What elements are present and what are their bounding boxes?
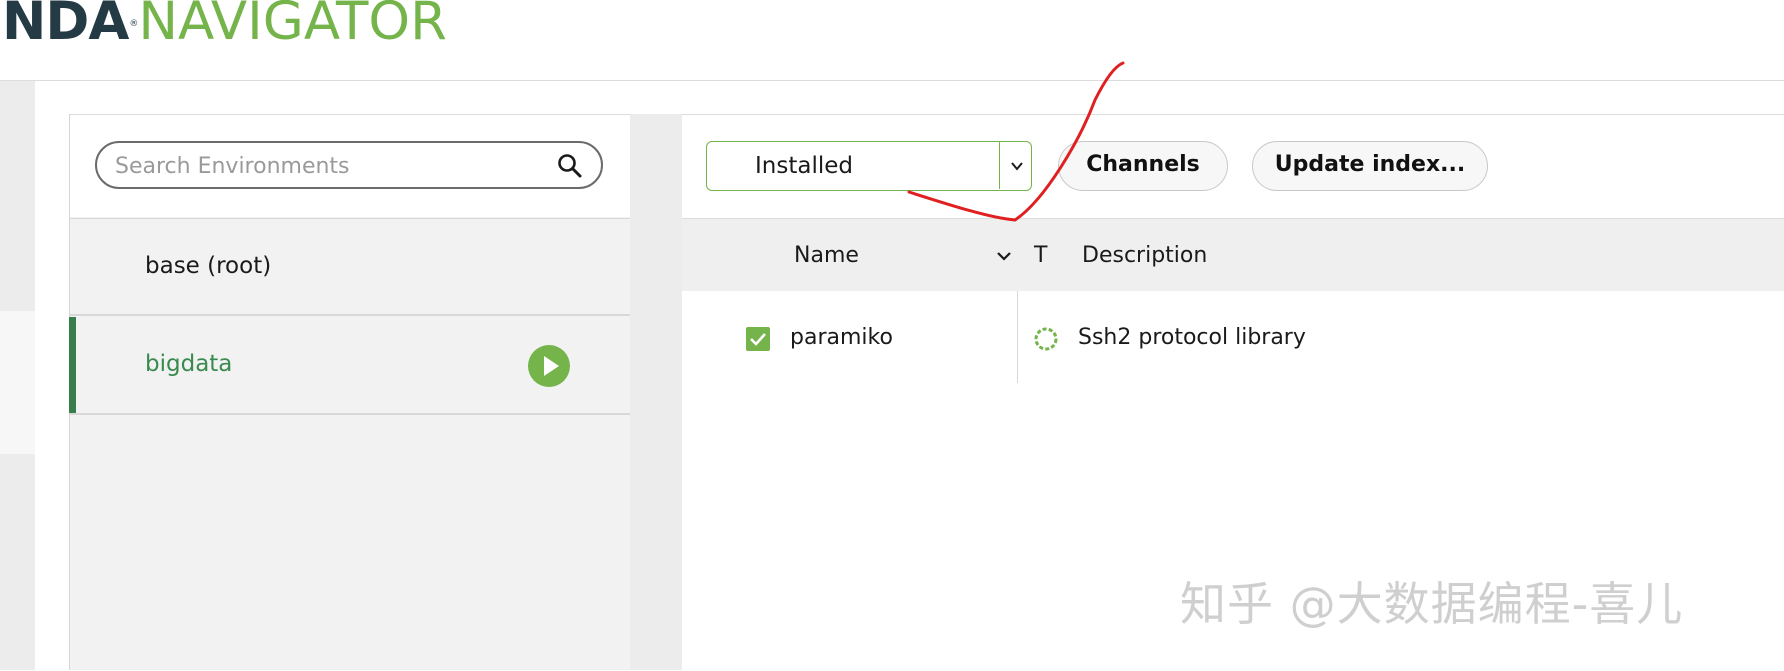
watermark-text: 知乎 @大数据编程-喜儿 (1180, 577, 1684, 631)
search-icon[interactable] (557, 153, 583, 179)
panel-gap (630, 114, 682, 670)
environment-search-input[interactable] (113, 151, 537, 181)
checkbox-checked-icon[interactable] (746, 327, 770, 351)
packages-table-header: Name T Description (682, 219, 1784, 291)
package-filter-value: Installed (755, 153, 853, 179)
app-header: NDA®NAVIGATOR (0, 0, 1784, 81)
filter-divider (999, 142, 1000, 189)
environment-search-area (70, 114, 631, 217)
environment-label: bigdata (145, 351, 233, 377)
package-name: paramiko (790, 325, 893, 350)
environment-item-base[interactable]: base (root) (70, 218, 631, 316)
environments-panel: base (root) bigdata (69, 114, 631, 670)
packages-toolbar: Installed Channels Update index... (682, 115, 1784, 219)
sidebar-gutter (0, 81, 35, 670)
sidebar-tab-selected[interactable] (0, 311, 35, 454)
anaconda-navigator-logo: NDA®NAVIGATOR (2, 0, 447, 54)
column-header-description[interactable]: Description (1082, 243, 1207, 268)
column-header-type[interactable]: T (1034, 243, 1047, 268)
environment-label: base (root) (145, 253, 272, 279)
column-divider (1017, 291, 1018, 383)
update-index-button[interactable]: Update index... (1252, 141, 1488, 191)
environment-search-box[interactable] (95, 141, 603, 189)
chevron-down-icon[interactable] (995, 247, 1013, 265)
logo-text-green: NAVIGATOR (138, 0, 447, 52)
package-filter-select[interactable]: Installed (706, 141, 1032, 191)
conda-package-icon (1034, 327, 1058, 351)
channels-button[interactable]: Channels (1058, 141, 1228, 191)
environment-item-bigdata[interactable]: bigdata (69, 317, 631, 415)
chevron-down-icon[interactable] (1009, 158, 1025, 174)
table-row[interactable]: paramiko Ssh2 protocol library (682, 291, 1784, 383)
package-description: Ssh2 protocol library (1078, 325, 1306, 350)
logo-registered-mark: ® (129, 19, 138, 30)
column-header-name[interactable]: Name (794, 243, 859, 268)
logo-text-dark: NDA (2, 0, 129, 52)
play-icon[interactable] (528, 345, 570, 387)
